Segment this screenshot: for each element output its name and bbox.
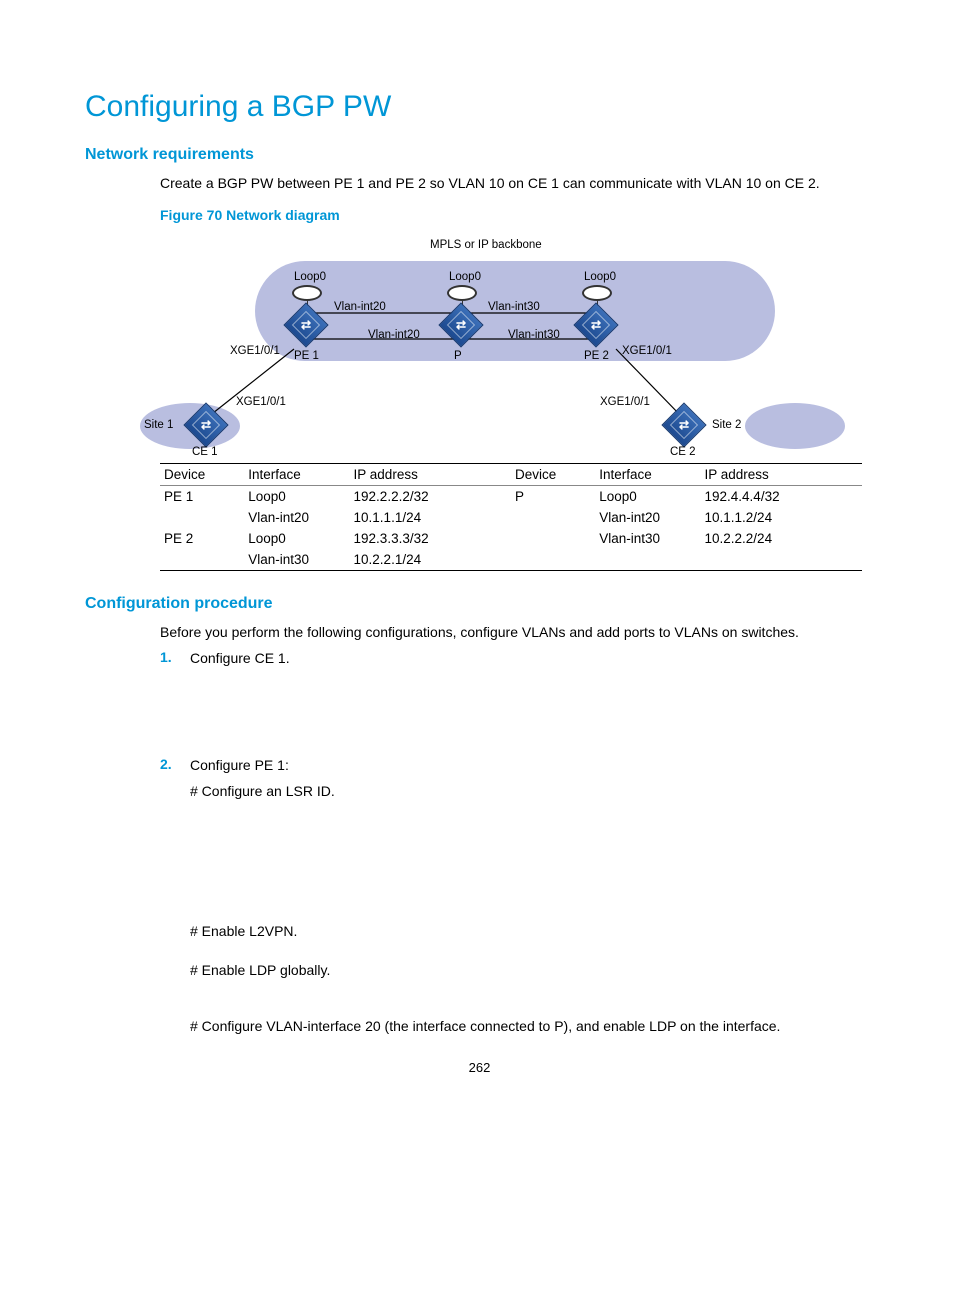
- config-procedure-intro: Before you perform the following configu…: [160, 623, 874, 643]
- ip-address-table: Device Interface IP address Device Inter…: [160, 463, 862, 571]
- table-cell: [160, 549, 244, 571]
- page-title: Configuring a BGP PW: [85, 90, 874, 124]
- table-header-row: Device Interface IP address Device Inter…: [160, 464, 862, 486]
- network-requirements-text: Create a BGP PW between PE 1 and PE 2 so…: [160, 174, 874, 194]
- step-text: # Enable L2VPN.: [190, 922, 874, 942]
- table-cell: [511, 528, 595, 549]
- table-cell: [160, 507, 244, 528]
- table-row: PE 1 Loop0 192.2.2.2/32 P Loop0 192.4.4.…: [160, 486, 862, 508]
- network-requirements-heading: Network requirements: [85, 146, 874, 164]
- table-cell: 10.1.1.1/24: [350, 507, 511, 528]
- router-icon: ⇄: [661, 403, 706, 448]
- step-text: Configure PE 1:: [190, 756, 874, 776]
- table-cell: 192.2.2.2/32: [350, 486, 511, 508]
- link-label: XGE1/0/1: [236, 396, 286, 408]
- table-row: Vlan-int20 10.1.1.1/24 Vlan-int20 10.1.1…: [160, 507, 862, 528]
- table-cell: [701, 549, 862, 571]
- table-cell: 192.4.4.4/32: [701, 486, 862, 508]
- table-cell: Loop0: [595, 486, 700, 508]
- config-procedure-heading: Configuration procedure: [85, 595, 874, 613]
- step-text: # Enable LDP globally.: [190, 961, 874, 981]
- table-cell: 10.2.2.1/24: [350, 549, 511, 571]
- table-cell: Loop0: [244, 486, 349, 508]
- loop-label: Loop0: [294, 271, 326, 283]
- device-label: CE 2: [670, 446, 696, 458]
- step-text: # Configure an LSR ID.: [190, 782, 874, 802]
- site2-cloud: [745, 403, 845, 449]
- table-header: Interface: [244, 464, 349, 486]
- backbone-label: MPLS or IP backbone: [430, 239, 542, 251]
- loop-label: Loop0: [449, 271, 481, 283]
- table-cell: PE 2: [160, 528, 244, 549]
- table-header: IP address: [701, 464, 862, 486]
- step-text: Configure CE 1.: [190, 649, 874, 669]
- site-label: Site 2: [712, 419, 741, 431]
- link-label: XGE1/0/1: [600, 396, 650, 408]
- link-label: Vlan-int30: [508, 329, 560, 341]
- link-label: XGE1/0/1: [622, 345, 672, 357]
- table-cell: [511, 507, 595, 528]
- procedure-list: Configure CE 1. Configure PE 1: # Config…: [160, 649, 874, 1037]
- table-row: Vlan-int30 10.2.2.1/24: [160, 549, 862, 571]
- link-label: XGE1/0/1: [230, 345, 280, 357]
- table-header: Device: [160, 464, 244, 486]
- table-cell: Vlan-int30: [244, 549, 349, 571]
- procedure-step: Configure CE 1.: [160, 649, 874, 743]
- link-label: Vlan-int20: [334, 301, 386, 313]
- table-cell: Vlan-int20: [595, 507, 700, 528]
- table-cell: 10.1.1.2/24: [701, 507, 862, 528]
- table-cell: PE 1: [160, 486, 244, 508]
- table-header: IP address: [350, 464, 511, 486]
- table-cell: Loop0: [244, 528, 349, 549]
- device-label: CE 1: [192, 446, 218, 458]
- table-header: Interface: [595, 464, 700, 486]
- page-number: 262: [85, 1060, 874, 1075]
- table-cell: Vlan-int30: [595, 528, 700, 549]
- table-cell: 192.3.3.3/32: [350, 528, 511, 549]
- table-cell: 10.2.2.2/24: [701, 528, 862, 549]
- site-label: Site 1: [144, 419, 173, 431]
- device-label: PE 2: [584, 350, 609, 362]
- table-cell: [595, 549, 700, 571]
- step-text: # Configure VLAN-interface 20 (the inter…: [190, 1017, 874, 1037]
- link-label: Vlan-int30: [488, 301, 540, 313]
- table-cell: Vlan-int20: [244, 507, 349, 528]
- device-label: P: [454, 350, 462, 362]
- table-cell: P: [511, 486, 595, 508]
- figure-caption: Figure 70 Network diagram: [160, 206, 874, 226]
- table-row: PE 2 Loop0 192.3.3.3/32 Vlan-int30 10.2.…: [160, 528, 862, 549]
- procedure-step: Configure PE 1: # Configure an LSR ID. #…: [160, 756, 874, 1036]
- loop-label: Loop0: [584, 271, 616, 283]
- network-diagram: ⇄ ⇄ ⇄ ⇄ ⇄ MPLS or IP backbone Loop0 Loop…: [150, 231, 850, 461]
- table-header: Device: [511, 464, 595, 486]
- device-label: PE 1: [294, 350, 319, 362]
- link-label: Vlan-int20: [368, 329, 420, 341]
- table-cell: [511, 549, 595, 571]
